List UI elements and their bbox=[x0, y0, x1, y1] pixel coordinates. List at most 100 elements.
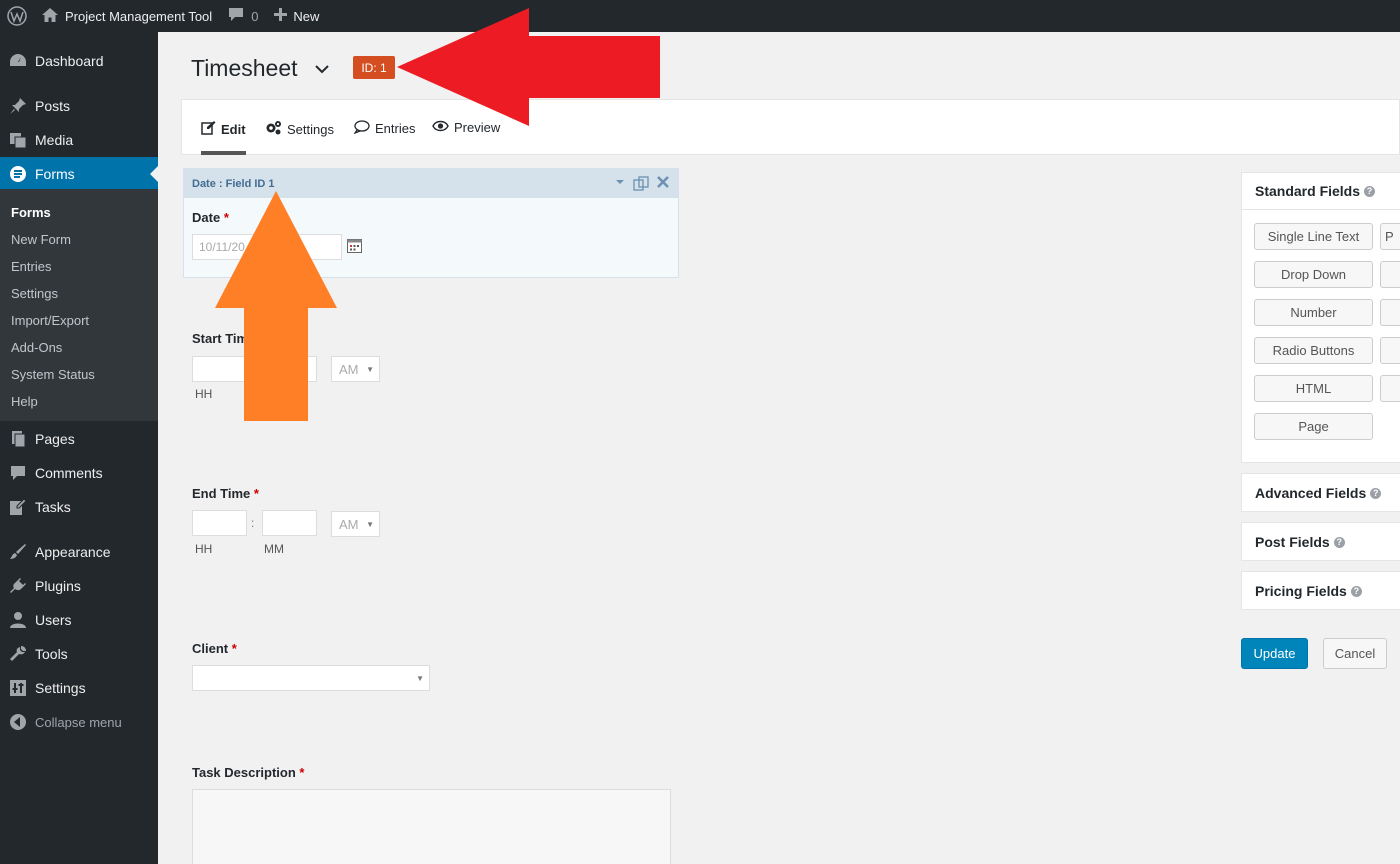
field-button[interactable] bbox=[1380, 261, 1400, 288]
dashboard-icon bbox=[8, 51, 28, 71]
html-button[interactable]: HTML bbox=[1254, 375, 1373, 402]
tab-label: Entries bbox=[375, 121, 416, 136]
field-button[interactable] bbox=[1380, 337, 1400, 364]
menu-appearance[interactable]: Appearance bbox=[0, 535, 158, 569]
tab-edit[interactable]: Edit bbox=[201, 120, 246, 138]
number-button[interactable]: Number bbox=[1254, 299, 1373, 326]
menu-pages[interactable]: Pages bbox=[0, 422, 158, 456]
tab-preview[interactable]: Preview bbox=[432, 120, 500, 135]
admin-bar: Project Management Tool 0 New bbox=[0, 0, 1400, 32]
menu-plugins[interactable]: Plugins bbox=[0, 569, 158, 603]
panel-title: Advanced Fields? bbox=[1255, 485, 1382, 501]
chevron-down-icon[interactable] bbox=[614, 176, 626, 191]
help-icon[interactable]: ? bbox=[1333, 536, 1345, 548]
comment-icon bbox=[228, 7, 244, 25]
client-select[interactable]: ▼ bbox=[192, 665, 430, 691]
media-icon bbox=[8, 130, 28, 150]
start-hour-input[interactable] bbox=[192, 356, 247, 382]
menu-posts[interactable]: Posts bbox=[0, 89, 158, 123]
task-description-textarea[interactable] bbox=[192, 789, 671, 864]
submenu-system-status[interactable]: System Status bbox=[11, 367, 95, 382]
cancel-button[interactable]: Cancel bbox=[1323, 638, 1387, 669]
form-id-badge: ID: 1 bbox=[353, 56, 395, 79]
field-label: Task Description * bbox=[192, 765, 305, 780]
single-line-text-button[interactable]: Single Line Text bbox=[1254, 223, 1373, 250]
help-icon[interactable]: ? bbox=[1364, 185, 1376, 197]
post-fields-panel[interactable]: Post Fields? bbox=[1241, 522, 1400, 561]
pin-icon bbox=[8, 96, 28, 116]
advanced-fields-panel[interactable]: Advanced Fields? bbox=[1241, 473, 1400, 512]
field-header: Date : Field ID 1 bbox=[184, 169, 678, 198]
submenu-settings[interactable]: Settings bbox=[11, 286, 58, 301]
brush-icon bbox=[8, 542, 28, 562]
menu-forms[interactable]: Forms bbox=[0, 157, 158, 191]
chevron-down-icon[interactable] bbox=[313, 60, 331, 83]
menu-tools[interactable]: Tools bbox=[0, 637, 158, 671]
new-label: New bbox=[293, 8, 320, 24]
date-input[interactable]: 10/11/20 bbox=[192, 234, 342, 260]
end-hour-input[interactable] bbox=[192, 510, 247, 536]
submenu-help[interactable]: Help bbox=[11, 394, 38, 409]
standard-fields-panel: Standard Fields? Single Line Text Drop D… bbox=[1241, 172, 1400, 463]
menu-users[interactable]: Users bbox=[0, 603, 158, 637]
calendar-icon[interactable] bbox=[347, 239, 362, 258]
pricing-fields-panel[interactable]: Pricing Fields? bbox=[1241, 571, 1400, 610]
start-minute-input[interactable] bbox=[262, 356, 317, 382]
start-ampm-select[interactable]: AM ▼ bbox=[331, 356, 380, 382]
menu-tasks[interactable]: Tasks bbox=[0, 490, 158, 524]
page-button[interactable]: Page bbox=[1254, 413, 1373, 440]
submenu-new-form[interactable]: New Form bbox=[11, 232, 71, 247]
edit-icon bbox=[8, 497, 28, 517]
field-header-text: Date : Field ID 1 bbox=[192, 177, 275, 190]
sliders-icon bbox=[8, 678, 28, 698]
menu-label: Posts bbox=[35, 98, 71, 114]
menu-comments[interactable]: Comments bbox=[0, 456, 158, 490]
tab-settings[interactable]: Settings bbox=[265, 120, 334, 138]
help-icon[interactable]: ? bbox=[1350, 585, 1362, 597]
submenu-entries[interactable]: Entries bbox=[11, 259, 51, 274]
wordpress-logo-icon[interactable] bbox=[0, 0, 34, 32]
hour-sublabel: HH bbox=[195, 387, 213, 401]
menu-dashboard[interactable]: Dashboard bbox=[0, 44, 158, 78]
menu-label: Dashboard bbox=[35, 53, 104, 69]
radio-buttons-button[interactable]: Radio Buttons bbox=[1254, 337, 1373, 364]
menu-label: Tools bbox=[35, 646, 68, 662]
menu-label: Media bbox=[35, 132, 74, 148]
menu-settings[interactable]: Settings bbox=[0, 671, 158, 705]
menu-label: Users bbox=[35, 612, 72, 628]
new-content-link[interactable]: New bbox=[266, 0, 327, 32]
menu-media[interactable]: Media bbox=[0, 123, 158, 157]
field-button[interactable] bbox=[1380, 299, 1400, 326]
submenu-import-export[interactable]: Import/Export bbox=[11, 313, 89, 328]
site-name-link[interactable]: Project Management Tool bbox=[34, 0, 220, 32]
menu-label: Forms bbox=[35, 166, 75, 182]
tab-entries[interactable]: Entries bbox=[353, 120, 416, 137]
collapse-icon bbox=[8, 712, 28, 732]
paragraph-text-button[interactable]: P bbox=[1380, 223, 1400, 250]
submenu-add-ons[interactable]: Add-Ons bbox=[11, 340, 62, 355]
comments-link[interactable]: 0 bbox=[220, 0, 266, 32]
drop-down-button[interactable]: Drop Down bbox=[1254, 261, 1373, 288]
admin-sidebar: Dashboard Posts Media Forms Pages Commen… bbox=[0, 32, 158, 864]
duplicate-icon[interactable] bbox=[633, 176, 649, 194]
field-label: Date * bbox=[192, 210, 229, 225]
end-minute-input[interactable] bbox=[262, 510, 317, 536]
end-ampm-select[interactable]: AM ▼ bbox=[331, 511, 380, 537]
menu-label: Settings bbox=[35, 680, 86, 696]
page-title: Timesheet bbox=[191, 55, 298, 81]
menu-label: Tasks bbox=[35, 499, 71, 515]
field-date-container[interactable]: Date : Field ID 1 Date * 10/11/20 bbox=[183, 168, 679, 278]
comment-icon bbox=[353, 120, 370, 137]
forms-submenu: Forms New Form Entries Settings Import/E… bbox=[0, 189, 158, 421]
update-button[interactable]: Update bbox=[1241, 638, 1308, 669]
close-icon[interactable] bbox=[657, 176, 669, 191]
help-icon[interactable]: ? bbox=[1370, 487, 1382, 499]
comment-icon bbox=[8, 463, 28, 483]
field-button[interactable] bbox=[1380, 375, 1400, 402]
panel-title[interactable]: Standard Fields? bbox=[1255, 183, 1376, 199]
submenu-forms[interactable]: Forms bbox=[11, 205, 51, 220]
menu-label: Pages bbox=[35, 431, 75, 447]
collapse-menu-button[interactable]: Collapse menu bbox=[0, 705, 158, 739]
user-icon bbox=[8, 610, 28, 630]
collapse-label: Collapse menu bbox=[35, 714, 122, 730]
